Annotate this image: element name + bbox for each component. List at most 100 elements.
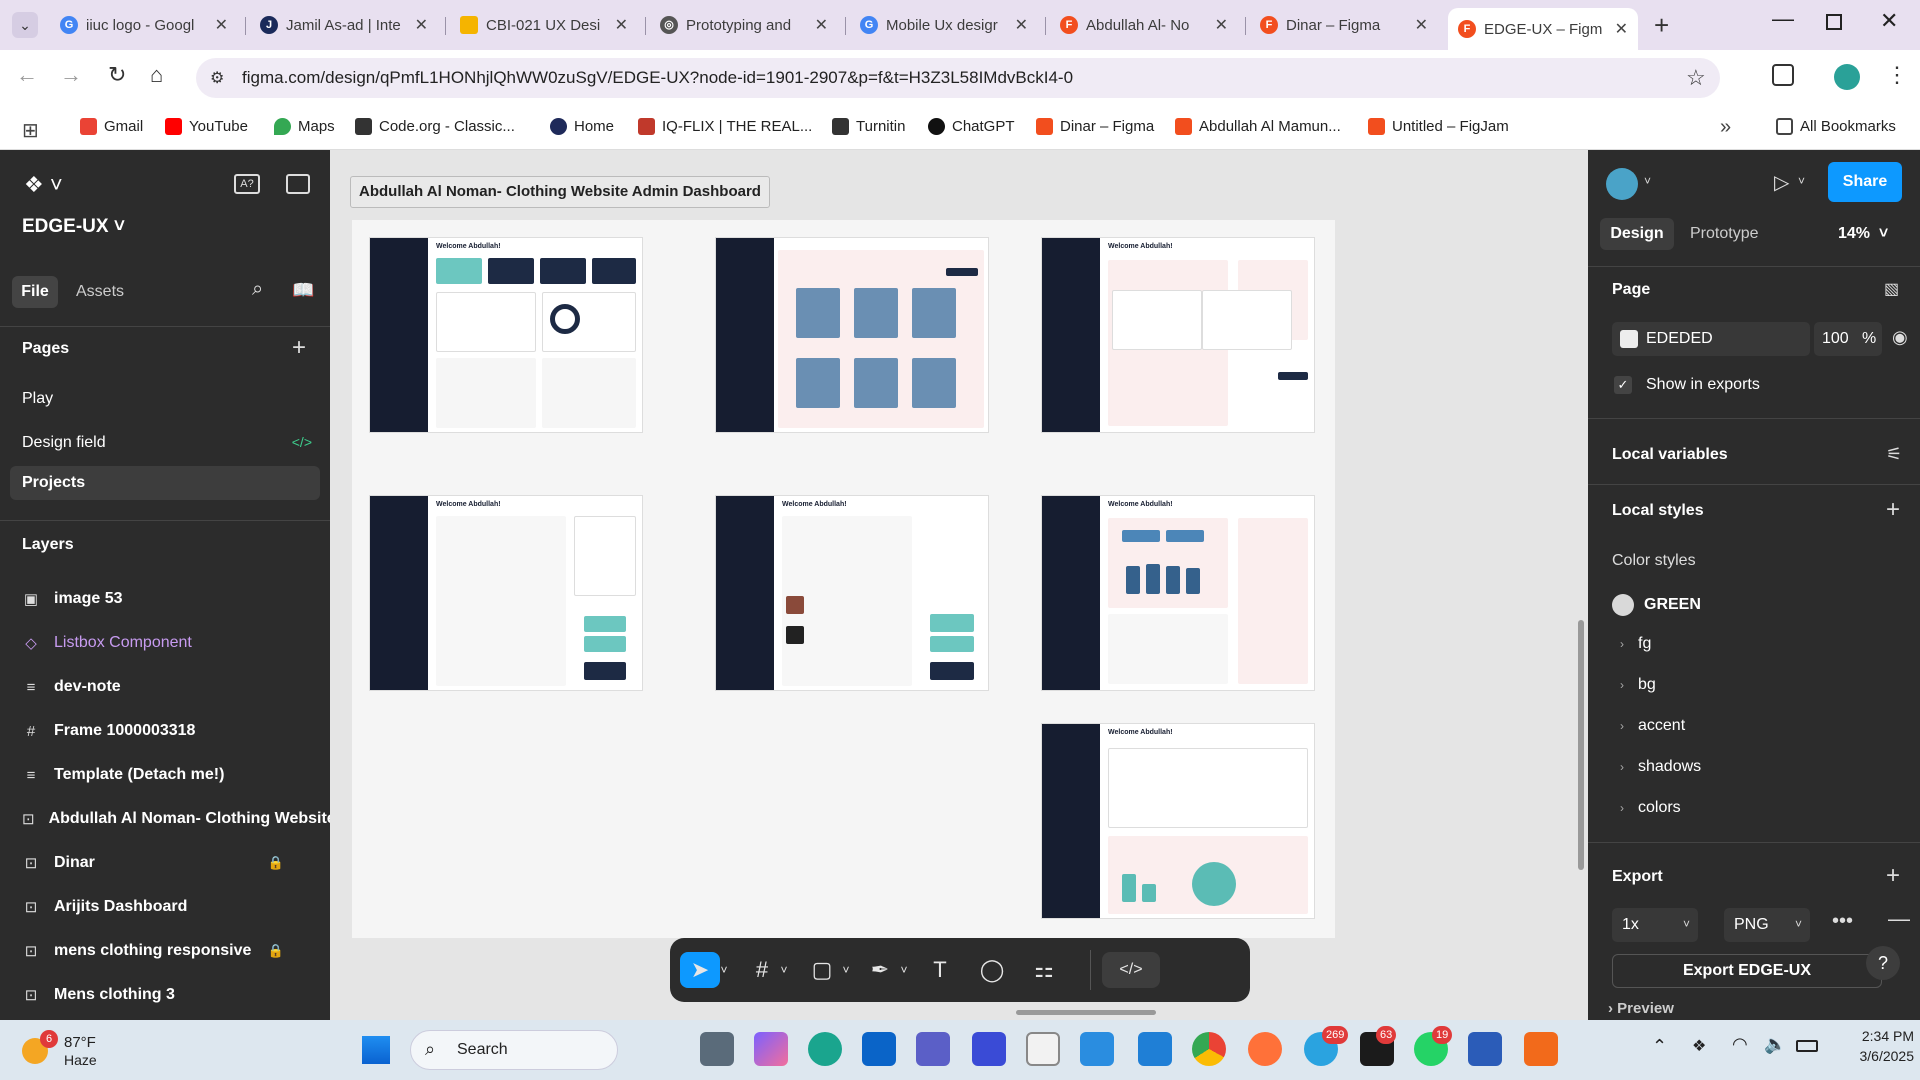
horizontal-scrollbar[interactable] xyxy=(1016,1010,1156,1015)
bookmark-codeorg[interactable]: Code.org - Classic... xyxy=(355,118,515,135)
layer-listbox-component[interactable]: ◇ Listbox Component xyxy=(22,634,192,652)
page-play[interactable]: Play xyxy=(22,390,53,408)
tab-8-active[interactable]: F EDGE-UX – Figm ✕ xyxy=(1448,8,1638,50)
rectangle-tool-icon[interactable]: ▢ xyxy=(804,952,840,988)
restore-button[interactable] xyxy=(1826,14,1842,30)
task-view-icon[interactable] xyxy=(700,1032,734,1066)
text-tool-icon[interactable]: T xyxy=(922,952,958,988)
bookmark-gmail[interactable]: Gmail xyxy=(80,118,143,135)
wifi-icon[interactable]: ◠ xyxy=(1732,1034,1748,1055)
layer-image-53[interactable]: ▣ image 53 xyxy=(22,590,123,608)
vscode-icon[interactable] xyxy=(1138,1032,1172,1066)
chevron-down-icon[interactable]: ˅ xyxy=(1644,174,1651,188)
dashboard-frame-6[interactable]: Welcome Abdullah! xyxy=(1042,496,1314,690)
page-color-field[interactable]: EDEDED xyxy=(1612,322,1810,356)
dashboard-frame-5[interactable]: Welcome Abdullah! xyxy=(716,496,988,690)
color-swatch[interactable] xyxy=(1620,330,1638,348)
zoom-level[interactable]: 14% ˅ xyxy=(1838,225,1888,243)
chevron-down-icon[interactable]: ˅ xyxy=(1798,174,1805,188)
pdf-icon[interactable] xyxy=(1524,1032,1558,1066)
vertical-scrollbar[interactable] xyxy=(1578,620,1584,870)
apps-icon[interactable]: ⊞ xyxy=(22,118,39,143)
layer-template[interactable]: ≡ Template (Detach me!) xyxy=(22,766,225,784)
layer-dev-note[interactable]: ≡ dev-note xyxy=(22,678,121,696)
outlook-icon[interactable] xyxy=(862,1032,896,1066)
library-icon[interactable]: ▧ xyxy=(1884,279,1899,299)
bookmark-youtube[interactable]: YouTube xyxy=(165,118,248,135)
add-export-icon[interactable]: + xyxy=(1886,864,1900,888)
export-format-select[interactable]: PNG ˅ xyxy=(1724,908,1810,942)
tab-assets[interactable]: Assets xyxy=(76,283,124,301)
dashboard-frame-4[interactable]: Welcome Abdullah! xyxy=(370,496,642,690)
add-style-icon[interactable]: + xyxy=(1886,498,1900,522)
library-icon[interactable]: 📖 xyxy=(292,280,314,301)
layer-mens-clothing-3[interactable]: ⊡ Mens clothing 3 xyxy=(22,986,175,1004)
tab-close-icon[interactable]: ✕ xyxy=(1215,15,1228,35)
sidebar-toggle-icon[interactable] xyxy=(286,174,310,194)
bookmark-dinar-figma[interactable]: Dinar – Figma xyxy=(1036,118,1154,135)
weather-widget[interactable]: 6 87°F Haze xyxy=(20,1030,140,1072)
lock-icon[interactable]: 🔒 xyxy=(268,943,284,959)
chevron-down-icon[interactable]: ˅ xyxy=(894,952,914,988)
site-info-icon[interactable]: ⚙ xyxy=(210,68,224,88)
tab-1[interactable]: G iiuc logo - Googl ✕ xyxy=(50,8,238,42)
back-icon[interactable]: ← xyxy=(16,62,38,88)
dashboard-frame-2[interactable] xyxy=(716,238,988,432)
style-green[interactable]: GREEN xyxy=(1612,594,1701,616)
all-bookmarks[interactable]: All Bookmarks xyxy=(1776,118,1896,135)
layer-arijits[interactable]: ⊡ Arijits Dashboard xyxy=(22,898,188,916)
style-group-fg[interactable]: › fg xyxy=(1620,635,1651,653)
tab-4[interactable]: ◎ Prototyping and ✕ xyxy=(650,8,838,42)
section-label[interactable]: Abdullah Al Noman- Clothing Website Admi… xyxy=(350,176,770,208)
store-icon[interactable] xyxy=(1026,1032,1060,1066)
copilot-icon[interactable] xyxy=(754,1032,788,1066)
menu-icon[interactable]: ⋮ xyxy=(1886,62,1908,88)
add-page-icon[interactable]: + xyxy=(292,334,306,362)
chrome-icon[interactable] xyxy=(1192,1032,1226,1066)
avatar[interactable] xyxy=(1606,168,1638,200)
design-canvas[interactable]: Abdullah Al Noman- Clothing Website Admi… xyxy=(330,150,1588,1020)
more-bookmarks-icon[interactable]: » xyxy=(1720,116,1731,139)
tab-close-icon[interactable]: ✕ xyxy=(1615,19,1628,39)
tab-close-icon[interactable]: ✕ xyxy=(215,15,228,35)
bookmark-maps[interactable]: Maps xyxy=(274,118,335,135)
show-in-exports-checkbox[interactable]: ✓ xyxy=(1614,376,1632,394)
tab-7[interactable]: F Dinar – Figma ✕ xyxy=(1250,8,1438,42)
tab-close-icon[interactable]: ✕ xyxy=(815,15,828,35)
figma-menu-icon[interactable]: ❖ ˅ xyxy=(24,172,63,198)
bookmark-star-icon[interactable]: ☆ xyxy=(1686,65,1706,91)
local-variables[interactable]: Local variables xyxy=(1612,446,1728,464)
export-button[interactable]: Export EDGE-UX xyxy=(1612,954,1882,988)
pen-tool-icon[interactable]: ✒ xyxy=(862,952,898,988)
dashboard-frame-7[interactable]: Welcome Abdullah! xyxy=(1042,724,1314,918)
address-bar[interactable]: ⚙ figma.com/design/qPmfL1HONhjlQhWW0zuSg… xyxy=(196,58,1720,98)
extensions-icon[interactable] xyxy=(1772,64,1794,86)
bookmark-home[interactable]: Home xyxy=(550,118,614,135)
chevron-down-icon[interactable]: ˅ xyxy=(836,952,856,988)
bookmark-abdullah[interactable]: Abdullah Al Mamun... xyxy=(1175,118,1341,135)
page-design-field[interactable]: Design field </> xyxy=(22,434,312,452)
tab-2[interactable]: J Jamil As-ad | Inte ✕ xyxy=(250,8,438,42)
volume-icon[interactable]: 🔈 xyxy=(1764,1034,1786,1055)
preview-toggle[interactable]: › Preview xyxy=(1608,1000,1674,1017)
style-group-accent[interactable]: › accent xyxy=(1620,717,1685,735)
teams-icon[interactable] xyxy=(916,1032,950,1066)
home-icon[interactable]: ⌂ xyxy=(150,62,163,88)
lock-icon[interactable]: 🔒 xyxy=(268,855,284,871)
dev-mode-icon[interactable]: </> xyxy=(1102,952,1160,988)
clock[interactable]: 2:34 PM 3/6/2025 xyxy=(1834,1028,1915,1064)
photos-icon[interactable] xyxy=(1080,1032,1114,1066)
dashboard-frame-1[interactable]: Welcome Abdullah! xyxy=(370,238,642,432)
font-icon[interactable]: A? xyxy=(234,174,260,194)
start-button[interactable] xyxy=(362,1036,390,1064)
avatar[interactable] xyxy=(1834,64,1860,90)
chevron-down-icon[interactable]: ˅ xyxy=(714,952,734,988)
page-projects[interactable]: Projects xyxy=(10,466,320,500)
reload-icon[interactable]: ↻ xyxy=(108,62,126,88)
tab-3[interactable]: CBI-021 UX Desi ✕ xyxy=(450,8,638,42)
tab-6[interactable]: F Abdullah Al- No ✕ xyxy=(1050,8,1238,42)
layer-abdullah-section[interactable]: ⊡ Abdullah Al Noman- Clothing Website xyxy=(22,810,332,828)
minimize-button[interactable]: — xyxy=(1772,6,1794,32)
chevron-up-icon[interactable]: ⌃ xyxy=(1652,1036,1667,1057)
close-window-button[interactable]: ✕ xyxy=(1880,8,1898,34)
